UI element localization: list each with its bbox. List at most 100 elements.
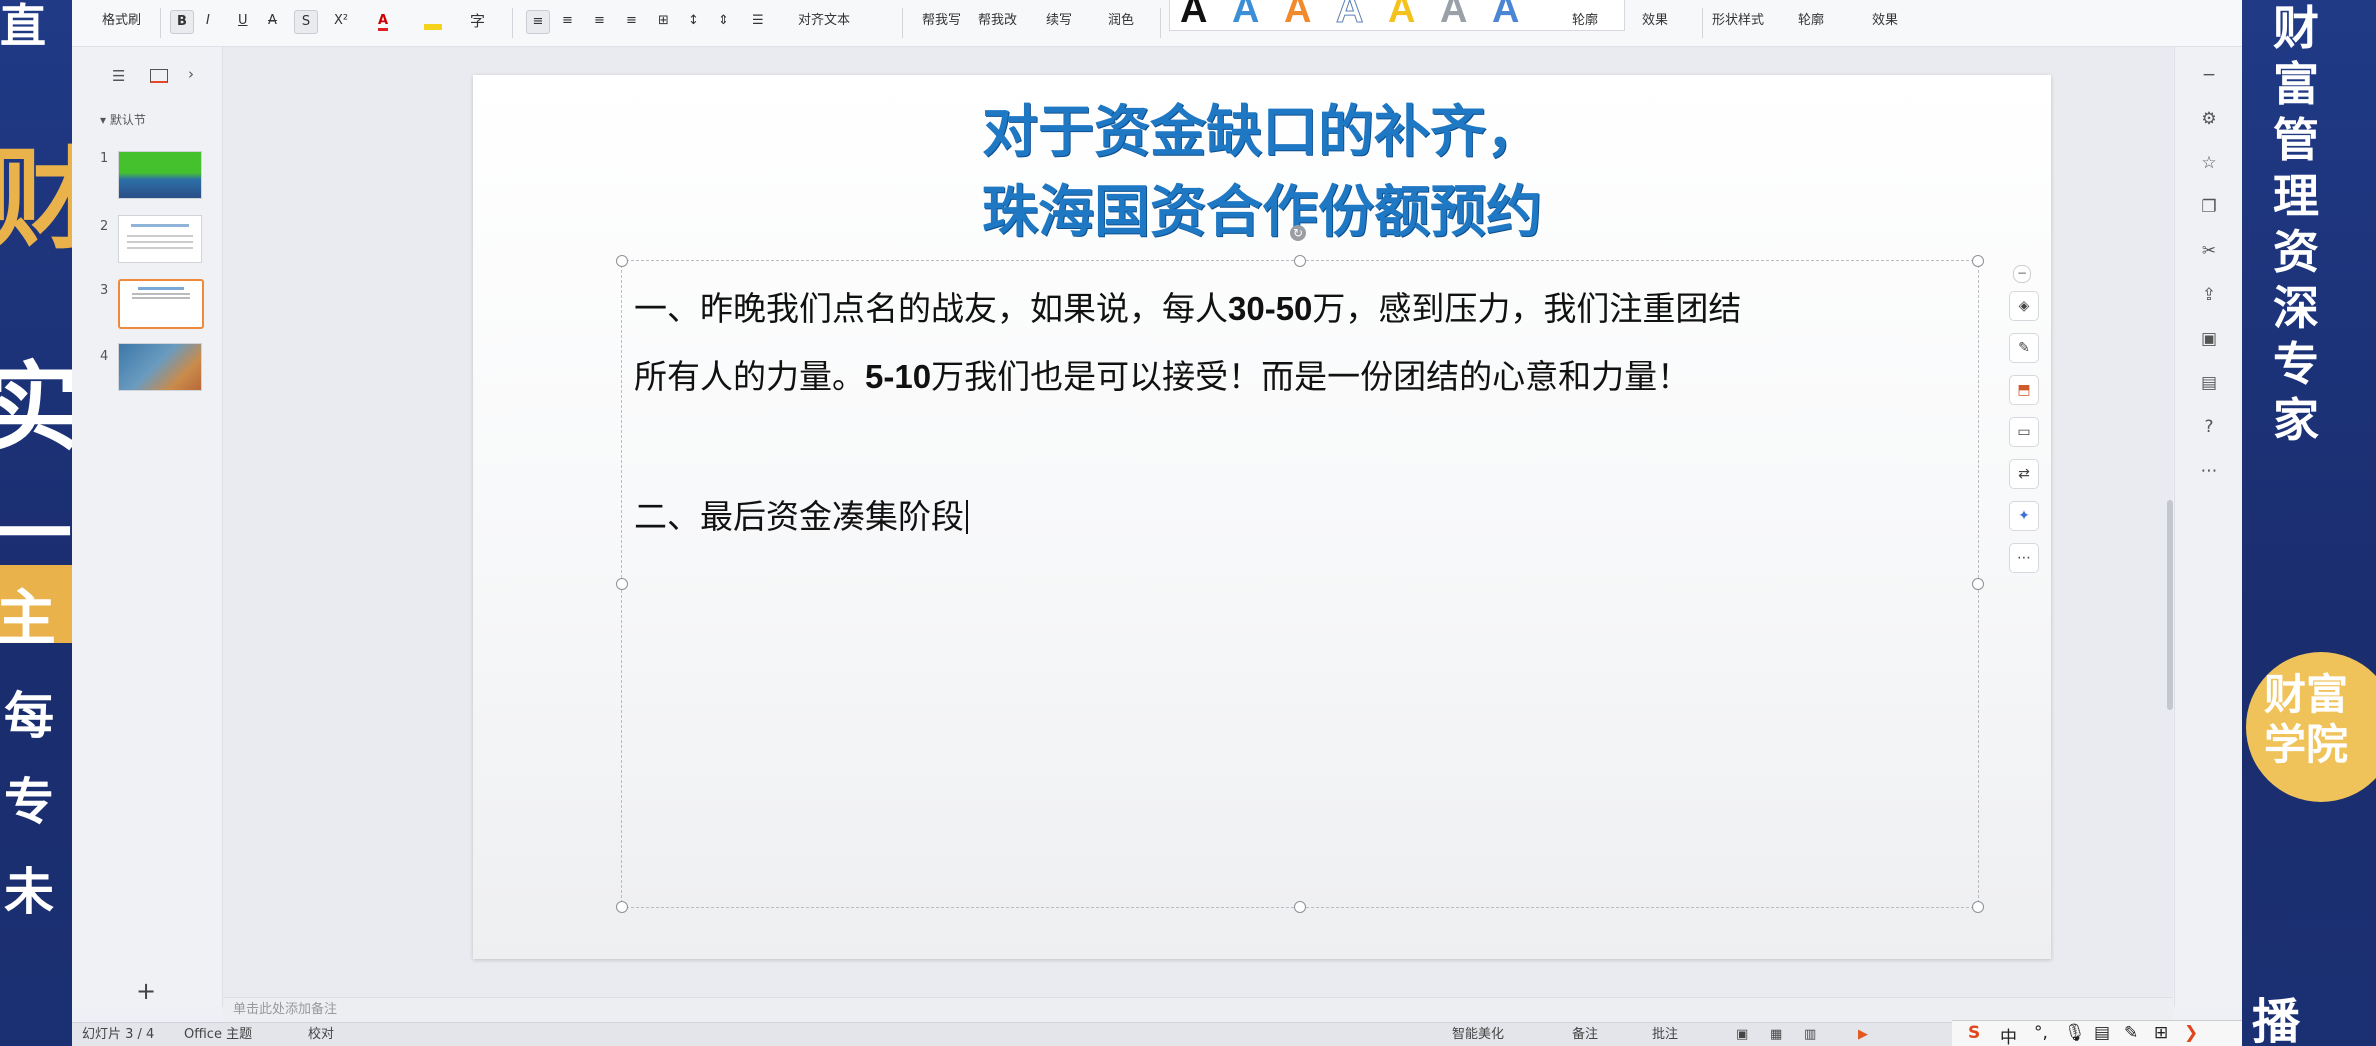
highlight-icon[interactable]: [424, 24, 442, 30]
char-spacing-icon[interactable]: 字: [470, 10, 485, 32]
slide-title[interactable]: 对于资金缺口的补齐， 珠海国资合作份额预约: [473, 93, 2051, 253]
help-change-button[interactable]: 帮我改: [978, 10, 1017, 32]
align-left-icon[interactable]: ≡: [526, 10, 550, 34]
help-icon[interactable]: ?: [2197, 415, 2221, 439]
image-icon[interactable]: ▣: [2197, 327, 2221, 351]
copy-icon[interactable]: ❐: [2197, 195, 2221, 219]
ai-icon[interactable]: ✦: [2009, 501, 2039, 531]
font-color-button[interactable]: A: [378, 10, 389, 31]
add-slide-button[interactable]: +: [136, 977, 156, 1005]
ime-language[interactable]: 中: [2000, 1023, 2017, 1046]
para2-text: 二、最后资金凑集阶段: [634, 497, 964, 536]
voice-icon[interactable]: 🎙: [2064, 1023, 2086, 1043]
minimize-icon[interactable]: −: [2197, 63, 2221, 87]
fill-icon[interactable]: ⬒: [2009, 375, 2039, 405]
help-write-button[interactable]: 帮我写: [922, 10, 961, 32]
justify-icon[interactable]: ≡: [626, 10, 637, 32]
body-textbox[interactable]: 一、昨晚我们点名的战友，如果说，每人30-50万，感到压力，我们注重团结 所有人…: [616, 225, 1984, 913]
underline-button[interactable]: U: [238, 10, 248, 32]
slide-thumbnail-1[interactable]: [118, 151, 202, 199]
collapse-pane-icon[interactable]: ›: [188, 65, 194, 83]
share-icon[interactable]: ⇪: [2197, 283, 2221, 307]
wordart-gallery[interactable]: A A A A A A A: [1169, 0, 1625, 31]
slide-view-icon[interactable]: [150, 69, 168, 83]
align-text-button[interactable]: 对齐文本: [798, 10, 850, 32]
paragraph-1[interactable]: 一、昨晚我们点名的战友，如果说，每人30-50万，感到压力，我们注重团结 所有人…: [634, 275, 1974, 411]
line-spacing-icon[interactable]: ↕: [688, 10, 699, 32]
superscript-button[interactable]: X²: [334, 10, 348, 32]
slide-thumbnail-2[interactable]: [118, 215, 202, 263]
rotate-handle-icon[interactable]: ↻: [1290, 225, 1306, 241]
wordart-style-gray[interactable]: A: [1440, 0, 1467, 30]
settings-icon[interactable]: ⚙: [2197, 107, 2221, 131]
wordart-style-outline[interactable]: A: [1335, 0, 1363, 31]
align-right-icon[interactable]: ≡: [594, 10, 605, 32]
polish-button[interactable]: 润色: [1108, 10, 1134, 32]
text-effect-button[interactable]: 效果: [1642, 10, 1668, 32]
wordart-style-orange[interactable]: A: [1284, 0, 1311, 30]
tools-icon[interactable]: ✂: [2197, 239, 2221, 263]
resize-handle[interactable]: [616, 578, 628, 590]
notes-pane[interactable]: 单击此处添加备注: [223, 997, 2173, 1022]
replace-icon[interactable]: ⇄: [2009, 459, 2039, 489]
continue-write-button[interactable]: 续写: [1046, 10, 1072, 32]
star-icon[interactable]: ☆: [2197, 151, 2221, 175]
reading-view-icon[interactable]: ▥: [1804, 1023, 1816, 1046]
edit-pen-icon[interactable]: ✎: [2009, 333, 2039, 363]
outline-view-icon[interactable]: ☰: [112, 67, 125, 85]
text-shadow-button[interactable]: S: [294, 10, 318, 34]
list-icon[interactable]: ☰: [752, 10, 764, 32]
slide-thumbnail-4[interactable]: [118, 343, 202, 391]
divider: [160, 8, 161, 38]
slide-canvas: 对于资金缺口的补齐， 珠海国资合作份额预约 一、昨晚我们点名的战友，如果说，每人…: [223, 47, 2173, 1007]
para-spacing-icon[interactable]: ⇕: [718, 10, 729, 32]
more-icon[interactable]: ⋯: [2009, 543, 2039, 573]
resize-handle[interactable]: [1294, 255, 1306, 267]
shape-style-button[interactable]: 形状样式: [1712, 10, 1764, 32]
resize-handle[interactable]: [1972, 578, 1984, 590]
text-outline-button[interactable]: 轮廓: [1572, 10, 1598, 32]
format-painter-button[interactable]: 格式刷: [102, 10, 141, 32]
wordart-style-black[interactable]: A: [1180, 0, 1207, 30]
collapse-float-icon[interactable]: −: [2013, 265, 2031, 283]
keyboard-icon[interactable]: ▤: [2094, 1023, 2110, 1043]
distribute-icon[interactable]: ⊞: [658, 10, 669, 32]
screen-icon[interactable]: ▭: [2009, 417, 2039, 447]
paragraph-2[interactable]: 二、最后资金凑集阶段: [634, 483, 1974, 551]
slide-thumbnail-3[interactable]: [118, 279, 204, 329]
banner-vertical-title: 财 富 管 理 资 深 专 家: [2262, 0, 2332, 448]
vertical-scrollbar[interactable]: [2167, 500, 2173, 710]
resize-handle[interactable]: [1972, 255, 1984, 267]
ime-menu-icon[interactable]: ❯: [2184, 1023, 2198, 1043]
toolbox-icon[interactable]: ⊞: [2154, 1023, 2168, 1043]
italic-button[interactable]: I: [206, 10, 210, 32]
resize-handle[interactable]: [616, 255, 628, 267]
notes-toggle-button[interactable]: 备注: [1572, 1023, 1598, 1046]
layers-icon[interactable]: ◈: [2009, 291, 2039, 321]
wordart-style-gold[interactable]: A: [1388, 0, 1415, 30]
section-header[interactable]: ▾ 默认节: [100, 111, 146, 128]
play-slideshow-icon[interactable]: ▶: [1858, 1023, 1868, 1046]
more-options-icon[interactable]: ⋯: [2197, 459, 2221, 483]
sorter-view-icon[interactable]: ▦: [1770, 1023, 1782, 1046]
comments-toggle-button[interactable]: 批注: [1652, 1023, 1678, 1046]
ime-logo-icon[interactable]: S: [1968, 1023, 1980, 1043]
smart-beautify-button[interactable]: 智能美化: [1452, 1023, 1504, 1046]
resize-handle[interactable]: [1294, 901, 1306, 913]
resize-handle[interactable]: [1972, 901, 1984, 913]
punctuation-icon[interactable]: °,: [2034, 1023, 2048, 1043]
slide-3[interactable]: 对于资金缺口的补齐， 珠海国资合作份额预约 一、昨晚我们点名的战友，如果说，每人…: [473, 75, 2051, 959]
normal-view-icon[interactable]: ▣: [1736, 1023, 1748, 1046]
theme-label[interactable]: Office 主题: [184, 1023, 252, 1046]
wordart-style-gradient[interactable]: A: [1492, 0, 1519, 30]
wordart-style-blue[interactable]: A: [1232, 0, 1259, 30]
bold-button[interactable]: B: [170, 10, 194, 34]
shape-outline-button[interactable]: 轮廓: [1798, 10, 1824, 32]
strikethrough-button[interactable]: A: [268, 10, 277, 32]
align-center-icon[interactable]: ≡: [562, 10, 573, 32]
proofing-button[interactable]: 校对: [308, 1023, 334, 1046]
shape-effect-button[interactable]: 效果: [1872, 10, 1898, 32]
resize-handle[interactable]: [616, 901, 628, 913]
skin-icon[interactable]: ✎: [2124, 1023, 2138, 1043]
book-icon[interactable]: ▤: [2197, 371, 2221, 395]
